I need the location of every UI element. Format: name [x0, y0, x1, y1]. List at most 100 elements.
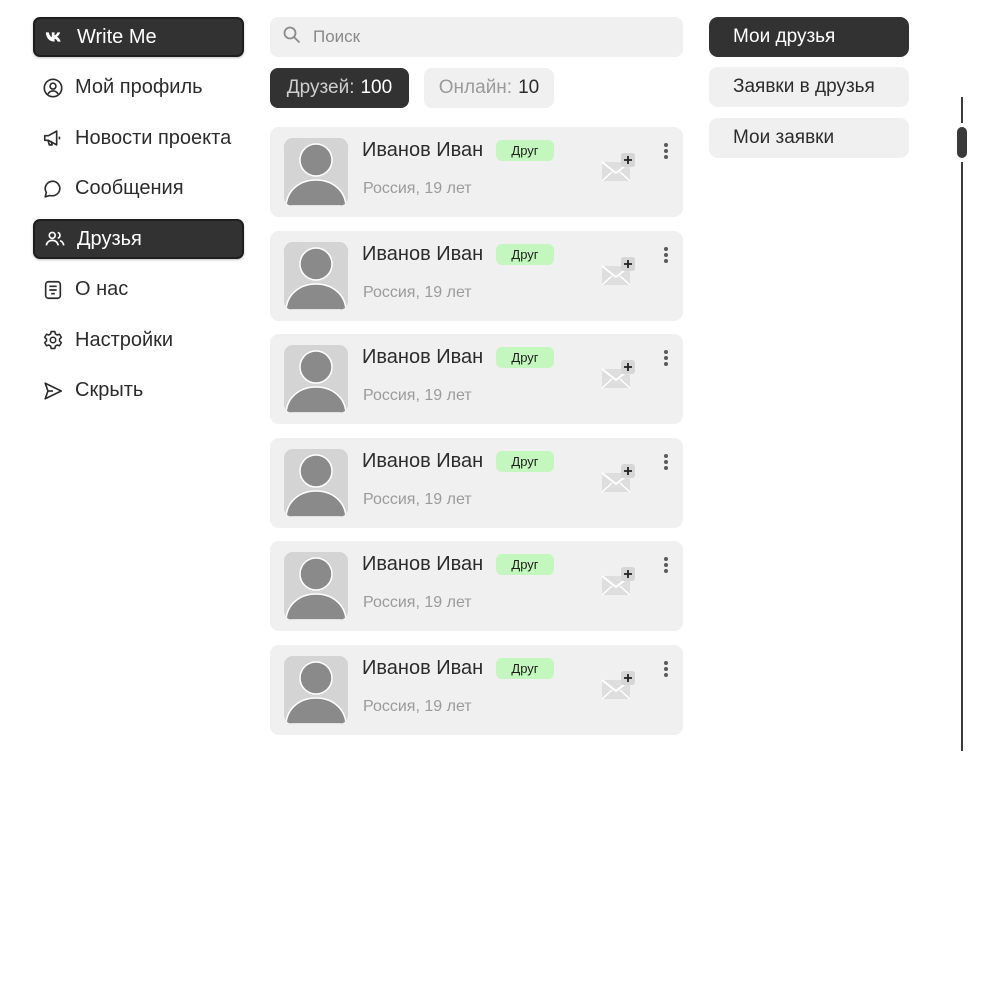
sidebar: Write Me Мой профиль Новости проекта Соо… — [33, 17, 244, 421]
sidebar-item-label: Write Me — [77, 25, 157, 48]
more-vertical-icon — [664, 143, 668, 159]
sidebar-item-profile[interactable]: Мой профиль — [33, 68, 244, 108]
vk-logo-icon — [43, 25, 67, 49]
sidebar-item-label: Новости проекта — [75, 126, 232, 149]
send-message-button[interactable] — [600, 463, 640, 499]
mail-plus-icon — [601, 463, 635, 493]
sidebar-item-label: Настройки — [75, 328, 174, 351]
about-icon — [41, 278, 65, 302]
tab-friend-requests[interactable]: Заявки в друзья — [709, 67, 909, 107]
friend-status-badge: Друг — [496, 657, 554, 679]
sidebar-item-news[interactable]: Новости проекта — [33, 118, 244, 158]
friend-card[interactable]: Иванов Иван Друг Россия, 19 лет — [270, 644, 683, 735]
friends-icon — [43, 227, 67, 251]
send-message-button[interactable] — [600, 566, 640, 602]
friends-count-value: 100 — [360, 77, 393, 98]
more-options-button[interactable] — [660, 452, 672, 474]
mail-plus-icon — [601, 153, 635, 182]
scrollbar-track[interactable] — [961, 97, 963, 123]
scrollbar-track[interactable] — [961, 162, 963, 751]
avatar[interactable] — [284, 655, 348, 724]
sidebar-item-messages[interactable]: Сообщения — [33, 169, 244, 209]
friend-location-age: Россия, 19 лет — [363, 283, 472, 301]
mail-plus-icon — [601, 567, 635, 596]
avatar-placeholder-icon — [284, 241, 348, 310]
more-vertical-icon — [664, 453, 668, 470]
sidebar-item-write-me[interactable]: Write Me — [33, 17, 244, 57]
search-bar[interactable] — [270, 17, 683, 57]
sidebar-item-label: Скрыть — [75, 379, 144, 401]
send-message-button[interactable] — [600, 152, 640, 188]
friend-name[interactable]: Иванов Иван — [362, 657, 483, 680]
friend-name[interactable]: Иванов Иван — [362, 139, 483, 162]
tab-label: Мои заявки — [733, 127, 835, 148]
friend-status-badge: Друг — [496, 243, 554, 265]
tab-my-requests[interactable]: Мои заявки — [709, 118, 909, 158]
avatar-placeholder-icon — [284, 448, 348, 517]
more-vertical-icon — [664, 350, 668, 367]
more-options-button[interactable] — [660, 141, 672, 163]
avatar-placeholder-icon — [284, 138, 348, 206]
avatar-placeholder-icon — [284, 655, 348, 724]
friend-name[interactable]: Иванов Иван — [362, 243, 483, 266]
sidebar-item-hide[interactable]: Скрыть — [33, 371, 244, 411]
more-options-button[interactable] — [660, 348, 672, 370]
friends-list: Иванов Иван Друг Россия, 19 лет Иванов И… — [270, 127, 683, 749]
more-vertical-icon — [664, 246, 668, 263]
friend-status-badge: Друг — [496, 450, 554, 472]
megaphone-icon — [41, 126, 65, 150]
more-vertical-icon — [664, 660, 668, 677]
mail-plus-icon — [601, 256, 635, 286]
avatar[interactable] — [284, 552, 348, 621]
friend-location-age: Россия, 19 лет — [363, 387, 472, 405]
tab-my-friends[interactable]: Мои друзья — [709, 17, 909, 57]
friend-name[interactable]: Иванов Иван — [362, 553, 483, 576]
friend-card[interactable]: Иванов Иван Друг Россия, 19 лет — [270, 334, 683, 425]
avatar-placeholder-icon — [284, 552, 348, 621]
avatar[interactable] — [284, 345, 348, 414]
more-options-button[interactable] — [660, 659, 672, 681]
friends-count-button[interactable]: Друзей: 100 — [270, 68, 409, 108]
online-count-label: Онлайн: — [438, 77, 513, 98]
gear-icon — [41, 328, 65, 352]
more-options-button[interactable] — [660, 555, 672, 577]
friend-card[interactable]: Иванов Иван Друг Россия, 19 лет — [270, 541, 683, 632]
friend-card[interactable]: Иванов Иван Друг Россия, 19 лет — [270, 437, 683, 528]
sidebar-item-friends[interactable]: Друзья — [33, 219, 244, 259]
profile-icon — [41, 76, 65, 100]
friend-card[interactable]: Иванов Иван Друг Россия, 19 лет — [270, 230, 683, 321]
send-message-button[interactable] — [600, 256, 640, 292]
friend-location-age: Россия, 19 лет — [363, 697, 472, 715]
avatar-placeholder-icon — [284, 345, 348, 414]
online-count-button[interactable]: Онлайн: 10 — [424, 68, 554, 108]
friend-card[interactable]: Иванов Иван Друг Россия, 19 лет — [270, 127, 683, 217]
online-count-value: 10 — [518, 77, 540, 98]
tab-label: Мои друзья — [733, 26, 836, 47]
tab-label: Заявки в друзья — [733, 76, 875, 97]
friend-status-badge: Друг — [496, 347, 554, 369]
sidebar-item-about[interactable]: О нас — [33, 270, 244, 310]
mail-plus-icon — [601, 670, 635, 700]
sidebar-item-settings[interactable]: Настройки — [33, 320, 244, 360]
sidebar-item-label: Сообщения — [75, 177, 184, 199]
friends-count-label: Друзей: — [286, 77, 355, 98]
avatar[interactable] — [284, 448, 348, 517]
more-vertical-icon — [664, 557, 668, 574]
send-arrow-icon — [41, 379, 65, 403]
message-bubble-icon — [41, 177, 65, 201]
friend-location-age: Россия, 19 лет — [363, 490, 472, 508]
friend-name[interactable]: Иванов Иван — [362, 346, 483, 369]
friend-location-age: Россия, 19 лет — [363, 180, 472, 197]
send-message-button[interactable] — [600, 670, 640, 706]
search-input[interactable] — [313, 27, 673, 47]
friend-location-age: Россия, 19 лет — [363, 594, 472, 612]
sidebar-item-label: Мой профиль — [75, 76, 203, 98]
scrollbar-thumb[interactable] — [957, 127, 967, 158]
friend-name[interactable]: Иванов Иван — [362, 450, 483, 473]
avatar[interactable] — [284, 241, 348, 310]
more-options-button[interactable] — [660, 245, 672, 267]
avatar[interactable] — [284, 138, 348, 206]
friend-status-badge: Друг — [496, 554, 554, 576]
sidebar-item-label: О нас — [75, 278, 129, 300]
send-message-button[interactable] — [600, 359, 640, 395]
